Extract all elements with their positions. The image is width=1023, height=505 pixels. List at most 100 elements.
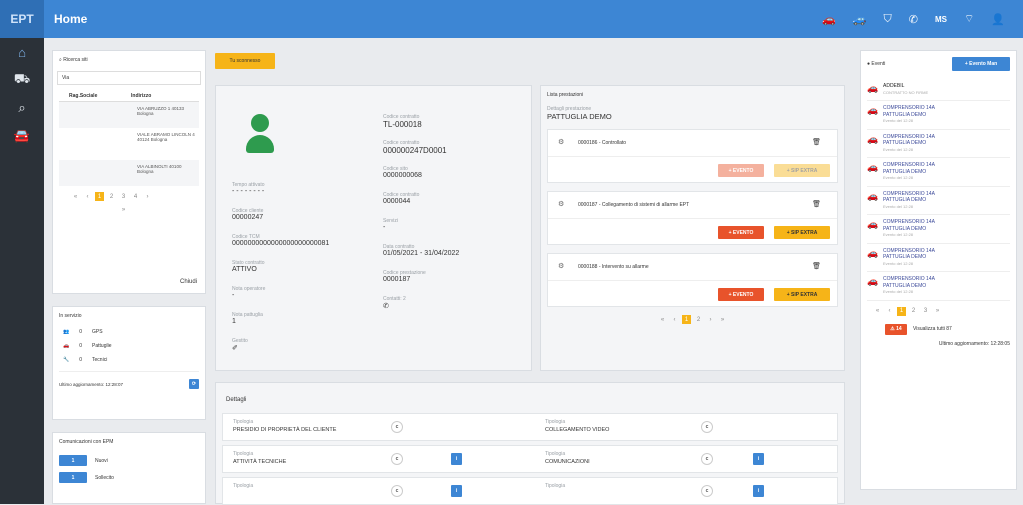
event-item[interactable]: 🚗 COMPRENSORIO 14A PATTUGLIA DEMO Evento de…: [867, 101, 1010, 130]
delete-icon[interactable]: 🗑: [812, 200, 821, 208]
type-value-a: ATTIVITÀ TECNICHE: [233, 459, 287, 465]
user-avatar-icon: [246, 114, 274, 164]
search-icon[interactable]: ⌕: [0, 94, 44, 122]
service-item-title[interactable]: 0000186 - Controllato: [578, 140, 626, 146]
service-item-title[interactable]: 0000188 - Intervento su allarme: [578, 264, 649, 270]
event-subtitle: CONTRATTO NO FIRME: [883, 89, 929, 95]
car-alert-icon[interactable]: 🚗: [822, 13, 836, 26]
close-button[interactable]: Chiudi: [180, 279, 197, 285]
field-value: 00000247: [232, 214, 264, 221]
wifi-icon[interactable]: ⌔: [964, 12, 974, 26]
type-label: Tipologia: [233, 419, 254, 425]
comm-title: Comunicazioni con EPM: [59, 439, 114, 445]
page-link[interactable]: 2: [694, 315, 703, 324]
page-link[interactable]: 1: [897, 306, 906, 316]
field-value: 0000187: [383, 276, 411, 283]
view-all-link[interactable]: Visualizza tutti 87: [913, 326, 952, 332]
page-link[interactable]: ‹: [670, 315, 679, 324]
toggle-button[interactable]: c: [391, 453, 403, 465]
info-button[interactable]: i: [451, 453, 462, 465]
car-icon[interactable]: 🚘: [0, 122, 44, 150]
delete-icon[interactable]: 🗑: [812, 138, 821, 146]
car-alert-icon: 🚗: [867, 133, 879, 144]
event-item[interactable]: 🚗 COMPRENSORIO 14A PATTUGLIA DEMO Evento de…: [867, 158, 1010, 187]
col-indirizzo[interactable]: Indirizzo: [131, 93, 151, 99]
table-row[interactable]: VIALE ABRAMO LINCOLN 4 40124 Bologna: [59, 128, 199, 160]
car-check-icon[interactable]: 🚙: [853, 13, 867, 26]
add-event-button[interactable]: + Evento Man: [952, 57, 1010, 71]
page-link[interactable]: ‹: [885, 307, 894, 316]
event-subtitle: Evento del 12:28: [883, 289, 914, 294]
user-initials[interactable]: MS: [935, 15, 947, 24]
search-input[interactable]: Via: [57, 71, 201, 85]
page-next[interactable]: ›: [143, 192, 152, 201]
car-alert-icon: 🚗: [867, 247, 879, 258]
page-prev[interactable]: ‹: [83, 192, 92, 201]
page-link[interactable]: 3: [921, 307, 930, 316]
event-item[interactable]: 🚗 ADDEBIL CONTRATTO NO FIRME: [867, 79, 1010, 101]
vehicles-icon[interactable]: ⛟: [0, 66, 44, 94]
table-row[interactable]: VIA ALBINOLTI 40100 Bologna: [59, 160, 199, 186]
page-link[interactable]: 2: [909, 307, 918, 316]
toggle-button[interactable]: c: [701, 453, 713, 465]
app-logo[interactable]: EPT: [0, 0, 44, 38]
field-value: -: [383, 224, 386, 231]
page-link[interactable]: »: [933, 307, 942, 316]
service-item: 0000188 - Intervento su allarme ⚙ 🗑 + EVENT…: [547, 253, 838, 307]
sip-extra-button[interactable]: + SIP EXTRA: [774, 226, 830, 239]
toggle-button[interactable]: c: [701, 421, 713, 433]
people-icon: 👥: [63, 329, 70, 335]
delete-icon[interactable]: 🗑: [812, 262, 821, 270]
info-button[interactable]: i: [753, 485, 764, 497]
service-item-title[interactable]: 0000187 - Collegamento di sistemi di all…: [578, 202, 689, 208]
table-row[interactable]: VIA ABRUZZO 1 40133 Bologna: [59, 102, 199, 128]
phone-icon[interactable]: ✆: [909, 13, 918, 26]
event-item[interactable]: 🚗 COMPRENSORIO 14A PATTUGLIA DEMO Evento de…: [867, 272, 1010, 301]
home-icon[interactable]: ⌂: [0, 38, 44, 66]
sip-extra-button[interactable]: + SIP EXTRA: [774, 288, 830, 301]
sip-extra-button[interactable]: + SIP EXTRA: [774, 164, 830, 177]
page-2[interactable]: 2: [107, 192, 116, 201]
page-3[interactable]: 3: [119, 192, 128, 201]
page-link[interactable]: «: [873, 307, 882, 316]
info-button[interactable]: i: [753, 453, 764, 465]
info-button[interactable]: i: [451, 485, 462, 497]
page-last[interactable]: »: [119, 205, 128, 214]
new-count-badge[interactable]: 1: [59, 455, 87, 466]
field-value: 0000044: [383, 198, 411, 205]
reminder-count-badge[interactable]: 1: [59, 472, 87, 483]
event-title: COMPRENSORIO 14A: [883, 105, 935, 111]
toggle-button[interactable]: c: [391, 421, 403, 433]
page-link[interactable]: »: [718, 315, 727, 324]
add-evento-button[interactable]: + EVENTO: [718, 226, 764, 239]
refresh-button[interactable]: ⟳: [189, 379, 199, 389]
add-evento-button[interactable]: + EVENTO: [718, 288, 764, 301]
event-item[interactable]: 🚗 COMPRENSORIO 14A PATTUGLIA DEMO Evento de…: [867, 244, 1010, 272]
page-first[interactable]: «: [71, 192, 80, 201]
patrol-label: Pattuglie: [92, 343, 112, 349]
toggle-button[interactable]: c: [701, 485, 713, 497]
event-item[interactable]: 🚗 COMPRENSORIO 14A PATTUGLIA DEMO Evento de…: [867, 187, 1010, 215]
search-panel: ⌕ Ricerca siti Via Rag.Sociale Indirizzo…: [52, 50, 206, 294]
page-link[interactable]: 1: [682, 315, 691, 324]
field-value: 0000000000000000000000081: [232, 240, 330, 247]
page-1[interactable]: 1: [95, 192, 104, 201]
event-item[interactable]: 🚗 COMPRENSORIO 14A PATTUGLIA DEMO Evento de…: [867, 130, 1010, 158]
details-panel: Dettagli Tipologia PRESIDIO DI PROPRIETÀ …: [215, 382, 845, 505]
page-link[interactable]: ›: [706, 315, 715, 324]
event-item[interactable]: 🚗 COMPRENSORIO 14A PATTUGLIA DEMO Evento de…: [867, 215, 1010, 244]
user-icon[interactable]: 👤: [991, 13, 1005, 26]
event-title: COMPRENSORIO 14A: [883, 162, 935, 168]
page-4[interactable]: 4: [131, 192, 140, 201]
toggle-button[interactable]: c: [391, 485, 403, 497]
col-rag-sociale[interactable]: Rag.Sociale: [59, 93, 131, 99]
type-label: Tipologia: [233, 483, 254, 489]
status-tag[interactable]: Tu sconnesso: [215, 53, 275, 69]
details-title: Dettagli: [226, 397, 247, 403]
add-evento-button[interactable]: + EVENTO: [718, 164, 764, 177]
detail-row: Tipologia ATTIVITÀ TECNICHE c Tipologia COMU…: [222, 445, 838, 473]
badge-alert-icon[interactable]: ⛉: [883, 13, 891, 26]
new-label: Nuovi: [95, 457, 108, 464]
page-link[interactable]: «: [658, 315, 667, 324]
alert-count-button[interactable]: ⚠ 14: [885, 323, 907, 335]
